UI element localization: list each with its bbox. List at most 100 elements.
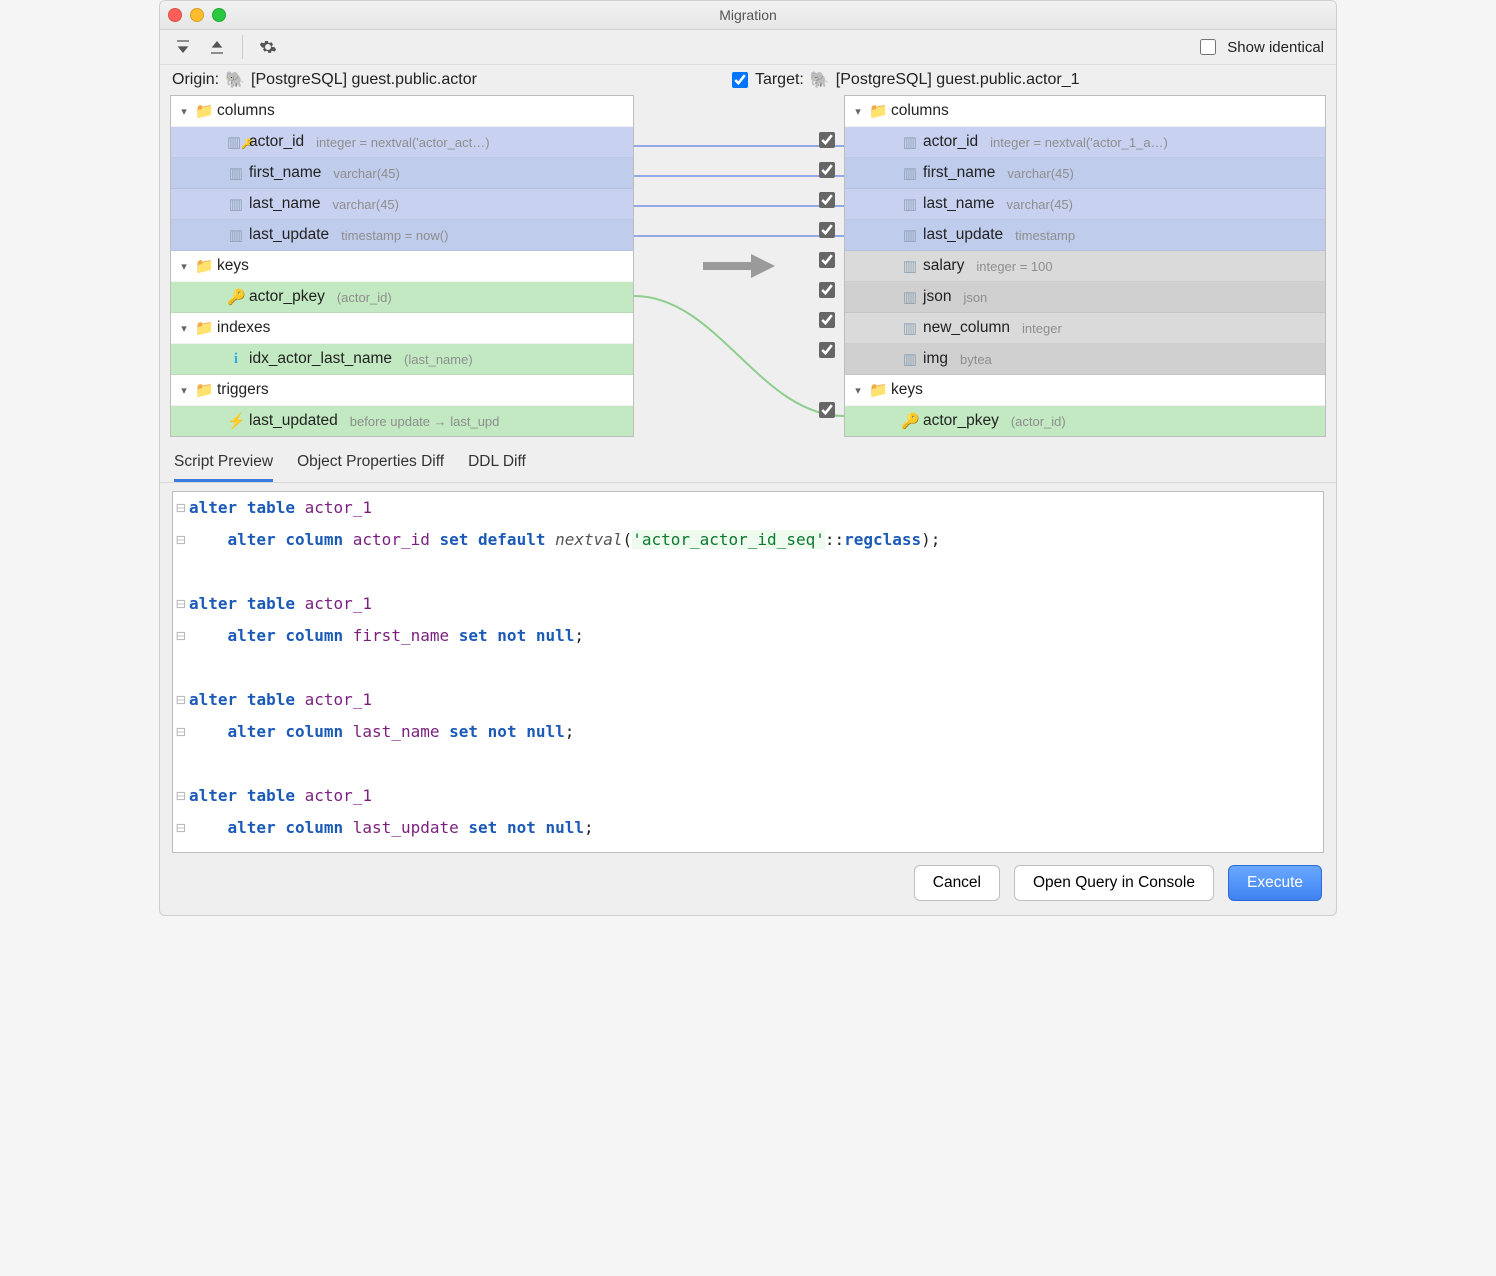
tree-item[interactable]: 🔑actor_pkey(actor_id) — [845, 406, 1325, 436]
tree-group-keys[interactable]: ▾📁keys — [845, 375, 1325, 406]
tree-item[interactable]: ▥last_updatetimestamp — [845, 220, 1325, 251]
target-all-checkbox[interactable] — [732, 72, 748, 88]
panes-header: Origin: 🐘 [PostgreSQL] guest.public.acto… — [160, 65, 1336, 95]
column-icon: ▥ — [901, 257, 919, 275]
script-preview-editor[interactable]: ⊟alter table actor_1⊟ alter column actor… — [172, 491, 1324, 853]
minimize-window-button[interactable] — [190, 8, 204, 22]
chevron-down-icon: ▾ — [851, 105, 865, 118]
target-pane: ▾📁columns▥actor_idinteger = nextval('act… — [844, 95, 1326, 437]
tree-item[interactable]: ▥first_namevarchar(45) — [171, 158, 633, 189]
tree-group-columns[interactable]: ▾📁columns — [171, 96, 633, 127]
fold-gutter-icon[interactable]: ⊟ — [173, 524, 189, 556]
item-type: varchar(45) — [333, 166, 399, 181]
item-name: first_name — [249, 164, 321, 182]
column-icon: ▥ — [227, 226, 245, 244]
include-row-checkbox[interactable] — [819, 132, 835, 148]
settings-button[interactable] — [257, 36, 279, 58]
open-query-in-console-button[interactable]: Open Query in Console — [1014, 865, 1214, 901]
item-type: integer = nextval('actor_act…) — [316, 135, 489, 150]
chevron-down-icon: ▾ — [177, 322, 191, 335]
collapse-all-button[interactable] — [172, 36, 194, 58]
item-type: before update → last_upd — [350, 414, 500, 429]
tree-item[interactable]: ▥new_column integer — [845, 313, 1325, 344]
center-column — [634, 95, 844, 437]
folder-icon: 📁 — [195, 381, 213, 399]
item-name: last_updated — [249, 412, 338, 430]
item-type: timestamp — [1015, 228, 1075, 243]
item-name: new_column — [923, 319, 1010, 337]
cancel-button[interactable]: Cancel — [914, 865, 1000, 901]
show-identical-label: Show identical — [1227, 39, 1324, 56]
include-row-checkbox[interactable] — [819, 252, 835, 268]
column-icon: ▥ — [901, 164, 919, 182]
item-name: idx_actor_last_name — [249, 350, 392, 368]
zoom-window-button[interactable] — [212, 8, 226, 22]
collapse-all-icon — [174, 38, 192, 56]
window-title: Migration — [160, 7, 1336, 23]
tree-item[interactable]: ▥salaryinteger = 100 — [845, 251, 1325, 282]
tree-item[interactable]: ▥imgbytea — [845, 344, 1325, 375]
fold-gutter-icon[interactable]: ⊟ — [173, 588, 189, 620]
tree-group-triggers[interactable]: ▾📁triggers — [171, 375, 633, 406]
tree-item[interactable]: ▥last_updatetimestamp = now() — [171, 220, 633, 251]
migrate-arrow-icon — [699, 250, 779, 287]
folder-icon: 📁 — [195, 319, 213, 337]
origin-path: [PostgreSQL] guest.public.actor — [251, 71, 477, 89]
close-window-button[interactable] — [168, 8, 182, 22]
include-row-checkbox[interactable] — [819, 192, 835, 208]
tree-item[interactable]: ⚡last_updatedbefore update → last_upd — [171, 406, 633, 436]
item-name: last_name — [923, 195, 995, 213]
group-label: keys — [891, 381, 923, 399]
show-identical-checkbox[interactable] — [1200, 39, 1216, 55]
tab-ddl-diff[interactable]: DDL Diff — [468, 453, 526, 482]
migration-dialog: Migration Show identical Origin: 🐘 [Post… — [159, 0, 1337, 916]
tree-item[interactable]: 🔑actor_pkey (actor_id) — [171, 282, 633, 313]
tab-object-properties-diff[interactable]: Object Properties Diff — [297, 453, 444, 482]
origin-label: Origin: — [172, 71, 219, 89]
item-name: img — [923, 350, 948, 368]
tree-group-keys[interactable]: ▾📁keys — [171, 251, 633, 282]
diff-area: ▾📁columns▥🔑actor_idinteger = nextval('ac… — [160, 95, 1336, 443]
folder-icon: 📁 — [869, 381, 887, 399]
chevron-down-icon: ▾ — [177, 260, 191, 273]
item-name: actor_id — [923, 133, 978, 151]
key-icon: 🔑 — [901, 412, 919, 430]
item-name: actor_pkey — [249, 288, 325, 306]
fold-gutter-icon[interactable]: ⊟ — [173, 812, 189, 844]
tree-item[interactable]: ▥last_namevarchar(45) — [171, 189, 633, 220]
folder-icon: 📁 — [195, 102, 213, 120]
fold-gutter-icon[interactable]: ⊟ — [173, 716, 189, 748]
postgresql-icon: 🐘 — [810, 70, 830, 90]
item-type: integer — [1022, 321, 1062, 336]
tab-script-preview[interactable]: Script Preview — [174, 453, 273, 482]
include-row-checkbox[interactable] — [819, 282, 835, 298]
include-row-checkbox[interactable] — [819, 162, 835, 178]
tree-item[interactable]: ▥first_namevarchar(45) — [845, 158, 1325, 189]
item-type: (actor_id) — [337, 290, 392, 305]
group-label: triggers — [217, 381, 269, 399]
include-row-checkbox[interactable] — [819, 312, 835, 328]
item-name: last_name — [249, 195, 321, 213]
tree-item[interactable]: ▥last_namevarchar(45) — [845, 189, 1325, 220]
include-row-checkbox[interactable] — [819, 342, 835, 358]
include-row-checkbox[interactable] — [819, 402, 835, 418]
tree-group-indexes[interactable]: ▾📁indexes — [171, 313, 633, 344]
execute-button[interactable]: Execute — [1228, 865, 1322, 901]
fold-gutter-icon[interactable]: ⊟ — [173, 620, 189, 652]
tree-item[interactable]: ▥🔑actor_idinteger = nextval('actor_act…) — [171, 127, 633, 158]
column-icon: ▥ — [901, 319, 919, 337]
tree-item[interactable]: ▥jsonjson — [845, 282, 1325, 313]
fold-gutter-icon[interactable]: ⊟ — [173, 492, 189, 524]
item-name: salary — [923, 257, 964, 275]
tree-item[interactable]: iidx_actor_last_name(last_name) — [171, 344, 633, 375]
tree-item[interactable]: ▥actor_idinteger = nextval('actor_1_a…) — [845, 127, 1325, 158]
fold-gutter-icon[interactable]: ⊟ — [173, 684, 189, 716]
include-row-checkbox[interactable] — [819, 222, 835, 238]
item-name: last_update — [249, 226, 329, 244]
key-icon: 🔑 — [227, 288, 245, 306]
expand-all-button[interactable] — [206, 36, 228, 58]
primary-key-column-icon: ▥🔑 — [227, 133, 245, 151]
fold-gutter-icon[interactable]: ⊟ — [173, 780, 189, 812]
tree-group-columns[interactable]: ▾📁columns — [845, 96, 1325, 127]
row-checkbox-column — [815, 95, 838, 425]
